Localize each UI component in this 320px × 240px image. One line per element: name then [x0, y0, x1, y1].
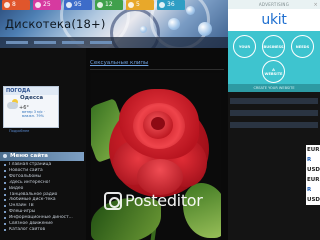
cloud-icon: [7, 102, 18, 109]
ad-bubble: NEEDS: [291, 35, 314, 58]
right-bar: [230, 122, 318, 128]
weather-details: ветер 3 м/с · влажн. 79%: [22, 110, 46, 118]
rose-photo[interactable]: Posteditor: [91, 73, 221, 240]
weather-more-link[interactable]: Подробнее: [9, 129, 29, 133]
currency-label: EUR: [307, 177, 320, 183]
counter-badge[interactable]: 25: [33, 0, 61, 10]
watermark: Posteditor: [104, 191, 203, 210]
divider: [90, 69, 224, 70]
nav-item[interactable]: [6, 41, 28, 44]
sidebar-item[interactable]: Каталог сайтов: [0, 227, 84, 233]
ad-bubble: BUSINESS: [262, 35, 285, 58]
nav-item[interactable]: [62, 41, 84, 44]
nav-item[interactable]: [90, 41, 112, 44]
currency-label: R: [307, 187, 312, 193]
weather-provider: ПОГОДА: [4, 87, 58, 95]
counter-badge[interactable]: 95: [64, 0, 92, 10]
nav-item[interactable]: [34, 41, 56, 44]
menu-title: Меню сайта: [0, 152, 84, 161]
ad-bubble: A WEBSITE: [262, 60, 285, 83]
currency-label: USD: [307, 167, 320, 173]
currency-widget: EUR R USD EUR R USD: [306, 145, 320, 205]
right-column: EUR R USD EUR R USD: [228, 92, 320, 240]
ad-logo-bar: ukit: [228, 9, 320, 31]
currency-label: R: [307, 157, 312, 163]
top-nav: [0, 37, 228, 48]
ad-bubble: YOUR: [233, 35, 256, 58]
site-title[interactable]: Дискотека(18+): [5, 17, 106, 31]
close-icon[interactable]: ×: [314, 1, 319, 10]
ad-banner[interactable]: ADVERTISING × ukit YOUR BUSINESS NEEDS A…: [228, 0, 320, 92]
watermark-text: Posteditor: [125, 191, 203, 210]
site-header: 8 25 95 12 5 36 Дискотека(18+): [0, 0, 228, 48]
sidebar: ПОГОДА Одесса +6° ветер 3 м/с · влажн. 7…: [0, 48, 86, 240]
rose-flower: [109, 81, 209, 199]
currency-label: EUR: [307, 147, 320, 153]
currency-label: USD: [307, 197, 320, 203]
petal: [137, 159, 183, 195]
right-bar: [230, 110, 318, 116]
ad-label-text: ADVERTISING: [258, 2, 290, 7]
petal: [151, 117, 165, 130]
camera-icon: [104, 191, 122, 210]
ad-label: ADVERTISING ×: [228, 0, 320, 9]
counter-badge[interactable]: 36: [157, 0, 185, 10]
counter-strip: 8 25 95 12 5 36: [0, 0, 228, 11]
sidebar-menu: Главная страница Новости сайта Фотоальбо…: [0, 162, 84, 233]
counter-badge[interactable]: 5: [126, 0, 154, 10]
ad-logo: ukit: [261, 12, 287, 28]
page: 8 25 95 12 5 36 Дискотека(18+) ПОГОДА Од…: [0, 0, 320, 240]
counter-badge[interactable]: 8: [2, 0, 30, 10]
right-bar: [230, 98, 318, 104]
ad-cta[interactable]: CREATE YOUR WEBSITE: [228, 84, 320, 92]
section-title-link[interactable]: Сексуальные клипы: [90, 60, 148, 66]
counter-badge[interactable]: 12: [95, 0, 123, 10]
main-content: Сексуальные клипы Posteditor: [86, 48, 228, 240]
weather-widget[interactable]: ПОГОДА Одесса +6° ветер 3 м/с · влажн. 7…: [3, 86, 59, 128]
